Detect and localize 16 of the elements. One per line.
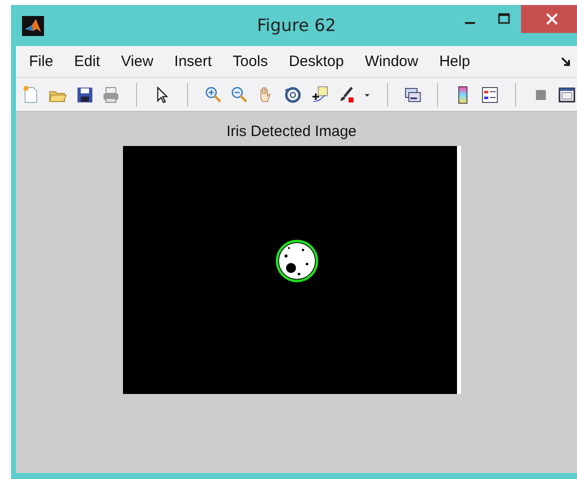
menu-item[interactable]: Help [439, 53, 470, 70]
axes-title: Iris Detected Image [226, 123, 357, 140]
menu-item[interactable]: Insert [174, 53, 212, 70]
menu-item[interactable]: Desktop [288, 53, 344, 70]
minimize-icon [465, 22, 475, 24]
menu-item[interactable]: View [121, 53, 154, 70]
menu-item[interactable]: Edit [74, 53, 100, 70]
maximize-icon [498, 13, 510, 25]
app-logo-icon [22, 16, 44, 36]
close-icon [546, 13, 558, 25]
menu-item[interactable]: File [29, 53, 54, 70]
close-button[interactable] [521, 5, 577, 33]
menu-item[interactable]: Tools [232, 53, 268, 70]
menu-item[interactable]: Window [364, 53, 418, 70]
dock-arrow-icon[interactable] [561, 56, 571, 66]
window-title: Figure 62 [256, 16, 337, 36]
